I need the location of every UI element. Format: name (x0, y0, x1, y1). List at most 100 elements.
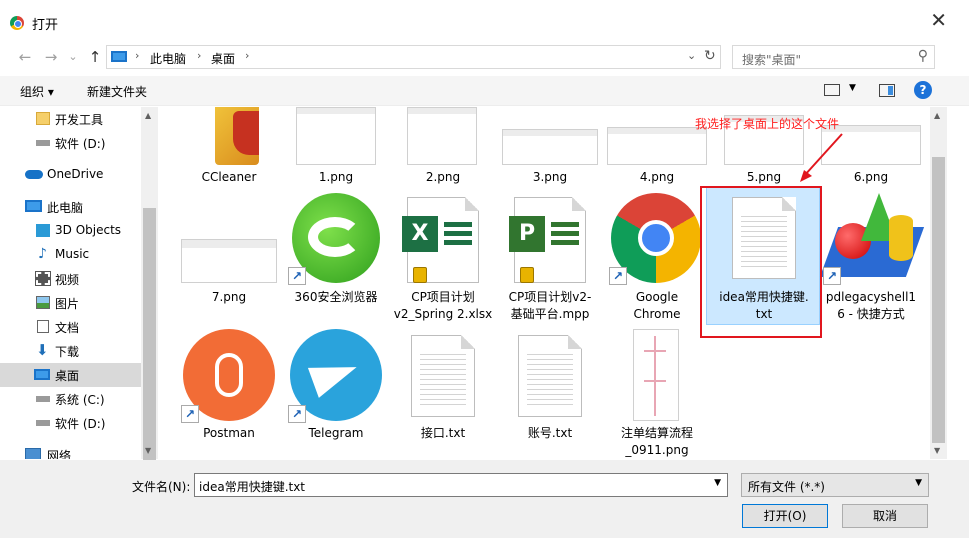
file-name: CCleaner (201, 170, 257, 184)
navigation-bar: ← → ⌄ ↑ › 此电脑 › 桌面 › ⌄ ↻ 搜索"桌面" ⚲ (0, 44, 969, 72)
sidebar-item-label: 图片 (55, 297, 80, 311)
file-name: 账号.txt (527, 426, 573, 440)
browser-360-e-glyph (308, 217, 362, 257)
up-icon[interactable]: ↑ (86, 48, 104, 66)
chevron-down-icon[interactable]: ▼ (714, 478, 721, 488)
shortcut-arrow-icon: ↗ (823, 267, 841, 285)
picture-icon (36, 296, 50, 309)
breadcrumb-separator[interactable]: › (245, 49, 249, 62)
yellow-cylinder (889, 215, 913, 261)
drive-icon (36, 420, 50, 426)
scroll-down-icon[interactable]: ▼ (145, 446, 151, 455)
breadcrumb-this-pc[interactable]: 此电脑 (150, 50, 186, 67)
sidebar-item-music[interactable]: ♪ Music (0, 243, 141, 267)
scrollbar-thumb[interactable] (143, 208, 156, 460)
sidebar-item-network[interactable]: 网络 (0, 443, 141, 459)
lock-icon (413, 267, 427, 283)
file-name: 2.png (425, 170, 461, 184)
change-view-icon[interactable] (824, 84, 840, 96)
chevron-down-icon[interactable]: ▼ (915, 478, 922, 488)
image-thumbnail (607, 127, 707, 165)
scroll-down-icon[interactable]: ▼ (934, 446, 940, 455)
breadcrumb-desktop[interactable]: 桌面 (211, 50, 235, 67)
filename-input[interactable]: idea常用快捷键.txt ▼ (194, 473, 728, 497)
filename-value: idea常用快捷键.txt (199, 480, 306, 494)
sidebar-item-videos[interactable]: 视频 (0, 267, 141, 291)
navigation-pane: 开发工具 软件 (D:) OneDrive 此电脑 3D Objects ♪ M… (0, 107, 141, 459)
sidebar-item-desktop[interactable]: 桌面 (0, 363, 141, 387)
sidebar-item-documents[interactable]: 文档 (0, 315, 141, 339)
preview-pane-icon[interactable] (879, 84, 895, 97)
sidebar-item-this-pc[interactable]: 此电脑 (0, 195, 141, 219)
file-name: 360安全浏览器 (294, 290, 378, 304)
sidebar-item-dev-tools[interactable]: 开发工具 (0, 107, 141, 131)
sidebar-scrollbar[interactable]: ▲ ▼ (141, 107, 158, 460)
search-icon[interactable]: ⚲ (918, 48, 928, 64)
back-icon[interactable]: ← (16, 48, 34, 66)
folder-icon (36, 112, 50, 125)
sidebar-item-downloads[interactable]: ⬇ 下载 (0, 339, 141, 363)
shortcut-arrow-icon: ↗ (288, 405, 306, 423)
search-placeholder: 搜索"桌面" (742, 53, 802, 67)
sidebar-item-drive-d[interactable]: 软件 (D:) (0, 131, 141, 155)
window-title: 打开 (32, 18, 59, 33)
ccleaner-icon (233, 111, 259, 155)
view-dropdown-icon[interactable]: ▼ (849, 83, 856, 93)
file-name: Google Chrome (633, 290, 681, 321)
file-name: Telegram (308, 426, 364, 440)
chrome-icon (10, 16, 24, 30)
file-list-scrollbar[interactable]: ▲ ▼ (930, 107, 947, 459)
scroll-up-icon[interactable]: ▲ (145, 111, 151, 120)
sidebar-item-onedrive[interactable]: OneDrive (0, 163, 141, 187)
image-thumbnail (502, 129, 598, 165)
organize-button[interactable]: 组织 ▾ (20, 83, 54, 100)
chrome-center (638, 220, 674, 256)
breadcrumb-separator[interactable]: › (135, 49, 139, 62)
sidebar-item-label: 此电脑 (47, 201, 84, 215)
file-type-value: 所有文件 (*.*) (748, 480, 825, 494)
search-box[interactable]: 搜索"桌面" ⚲ (732, 45, 935, 69)
desktop-icon (34, 369, 50, 380)
cancel-button[interactable]: 取消 (842, 504, 928, 528)
drive-icon (36, 140, 50, 146)
image-thumbnail (296, 107, 376, 165)
music-icon: ♪ (38, 246, 47, 262)
video-icon (35, 271, 51, 286)
sidebar-item-label: OneDrive (47, 167, 104, 181)
file-name: CP项目计划v2- 基础平台.mpp (508, 290, 592, 321)
address-bar[interactable]: › 此电脑 › 桌面 › ⌄ ↻ (106, 45, 721, 69)
sidebar-item-label: 开发工具 (55, 113, 104, 127)
file-name: 3.png (532, 170, 568, 184)
network-icon (25, 448, 41, 459)
cloud-icon (25, 170, 43, 179)
open-button[interactable]: 打开(O) (742, 504, 828, 528)
refresh-icon[interactable]: ↻ (704, 48, 716, 64)
address-dropdown-icon[interactable]: ⌄ (687, 49, 696, 62)
title-bar: 打开 ✕ (0, 0, 969, 44)
command-bar: 组织 ▾ 新建文件夹 ▼ ? (0, 76, 969, 106)
image-thumbnail (407, 107, 477, 165)
download-icon: ⬇ (36, 341, 49, 359)
image-thumbnail (633, 329, 679, 421)
annotation-highlight-box (700, 186, 822, 338)
dialog-footer: 文件名(N): idea常用快捷键.txt ▼ 所有文件 (*.*) ▼ 打开(… (0, 460, 969, 538)
sidebar-item-drive-c[interactable]: 系统 (C:) (0, 387, 141, 411)
scrollbar-thumb[interactable] (932, 157, 945, 443)
sidebar-item-label: 软件 (D:) (55, 137, 106, 151)
forward-icon[interactable]: → (42, 48, 60, 66)
sidebar-item-pictures[interactable]: 图片 (0, 291, 141, 315)
file-name: 注单结算流程 _0911.png (620, 426, 693, 457)
filename-label: 文件名(N): (132, 480, 191, 494)
scroll-up-icon[interactable]: ▲ (934, 111, 940, 120)
file-name: Postman (203, 426, 255, 440)
sidebar-item-3d-objects[interactable]: 3D Objects (0, 219, 141, 243)
file-type-select[interactable]: 所有文件 (*.*) ▼ (741, 473, 929, 497)
close-icon[interactable]: ✕ (930, 10, 947, 30)
sidebar-item-label: 3D Objects (55, 223, 122, 237)
breadcrumb-separator[interactable]: › (197, 49, 201, 62)
recent-locations-dropdown[interactable]: ⌄ (64, 48, 82, 66)
help-icon[interactable]: ? (914, 81, 932, 99)
file-name: CP项目计划 v2_Spring 2.xlsx (393, 290, 493, 321)
new-folder-button[interactable]: 新建文件夹 (87, 83, 147, 100)
sidebar-item-drive-d-2[interactable]: 软件 (D:) (0, 411, 141, 435)
